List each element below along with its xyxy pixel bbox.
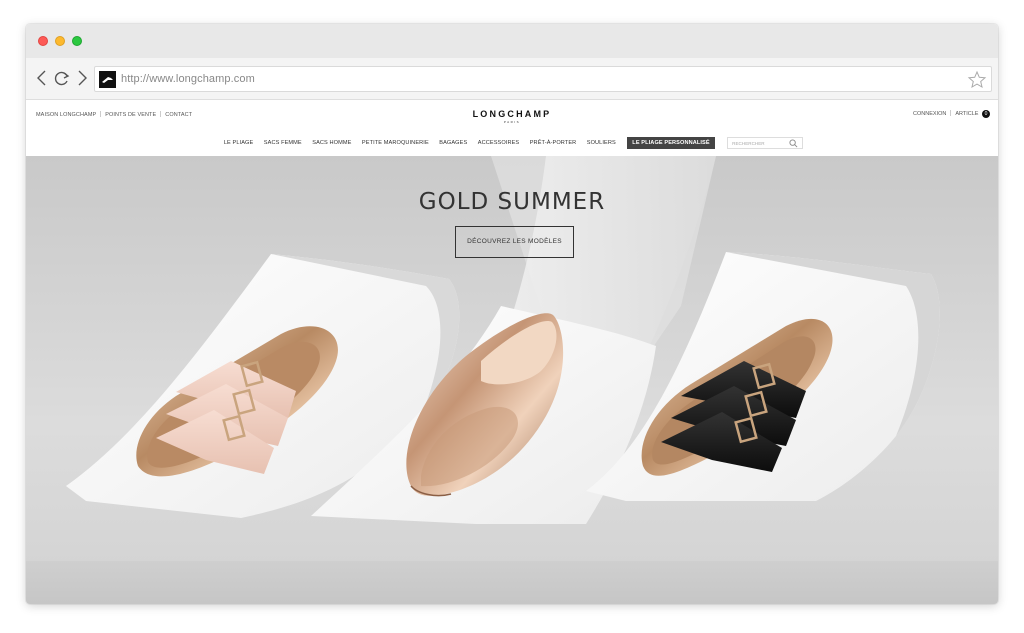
main-menu: LE PLIAGE SACS FEMME SACS HOMME PETITE M… <box>26 134 998 154</box>
menu-item-petite-maroquinerie[interactable]: PETITE MAROQUINERIE <box>359 140 432 146</box>
menu-item-bagages[interactable]: BAGAGES <box>436 140 470 146</box>
browser-window: http://www.longchamp.com MAISON LONGCHAM… <box>26 24 998 604</box>
account-links: CONNEXION ARTICLE 0 <box>913 110 990 118</box>
reload-icon[interactable] <box>52 68 72 88</box>
menu-item-souliers[interactable]: SOULIERS <box>584 140 619 146</box>
separator <box>160 111 162 117</box>
brand-logo[interactable]: LONGCHAMP PARIS <box>462 109 562 124</box>
maximize-window-button[interactable] <box>72 36 82 46</box>
minimize-window-button[interactable] <box>55 36 65 46</box>
search-icon[interactable] <box>789 139 798 148</box>
brand-subtitle: PARIS <box>503 120 521 124</box>
utility-links: MAISON LONGCHAMP POINTS DE VENTE CONTACT <box>36 111 192 118</box>
website-viewport: MAISON LONGCHAMP POINTS DE VENTE CONTACT L… <box>26 100 998 604</box>
menu-item-le-pliage-personnalise[interactable]: LE PLIAGE PERSONNALISÉ <box>627 136 715 149</box>
close-window-button[interactable] <box>38 36 48 46</box>
site-favicon-icon <box>99 71 116 88</box>
util-link-points-de-vente[interactable]: POINTS DE VENTE <box>105 112 156 118</box>
menu-item-accessoires[interactable]: ACCESSOIRES <box>475 140 523 146</box>
menu-item-sacs-homme[interactable]: SACS HOMME <box>309 140 354 146</box>
menu-item-pret-a-porter[interactable]: PRÊT-À-PORTER <box>527 140 580 146</box>
brand-name: LONGCHAMP <box>472 109 552 119</box>
cart-count-badge[interactable]: 0 <box>982 110 990 118</box>
site-header: MAISON LONGCHAMP POINTS DE VENTE CONTACT L… <box>26 100 998 156</box>
discover-models-button[interactable]: DÉCOUVREZ LES MODÈLES <box>455 226 574 258</box>
separator <box>950 110 952 116</box>
address-toolbar: http://www.longchamp.com <box>26 58 998 100</box>
util-link-maison[interactable]: MAISON LONGCHAMP <box>36 112 96 118</box>
separator <box>100 111 102 117</box>
hero-product-image <box>66 156 940 524</box>
login-link[interactable]: CONNEXION <box>913 111 946 117</box>
title-bar <box>26 24 998 58</box>
search-input[interactable]: RECHERCHER <box>727 136 804 149</box>
url-bar[interactable]: http://www.longchamp.com <box>94 66 992 92</box>
cart-link[interactable]: ARTICLE <box>955 111 978 117</box>
url-text[interactable]: http://www.longchamp.com <box>121 73 255 85</box>
search-placeholder: RECHERCHER <box>732 140 765 146</box>
forward-arrow-icon[interactable] <box>72 68 92 88</box>
hero-banner[interactable]: GOLD SUMMER DÉCOUVREZ LES MODÈLES <box>26 156 998 604</box>
hero-title: GOLD SUMMER <box>418 189 606 215</box>
util-link-contact[interactable]: CONTACT <box>165 112 192 118</box>
back-arrow-icon[interactable] <box>32 68 52 88</box>
menu-item-le-pliage[interactable]: LE PLIAGE <box>221 140 257 146</box>
bookmark-star-icon[interactable] <box>967 70 987 90</box>
menu-item-sacs-femme[interactable]: SACS FEMME <box>261 140 305 146</box>
